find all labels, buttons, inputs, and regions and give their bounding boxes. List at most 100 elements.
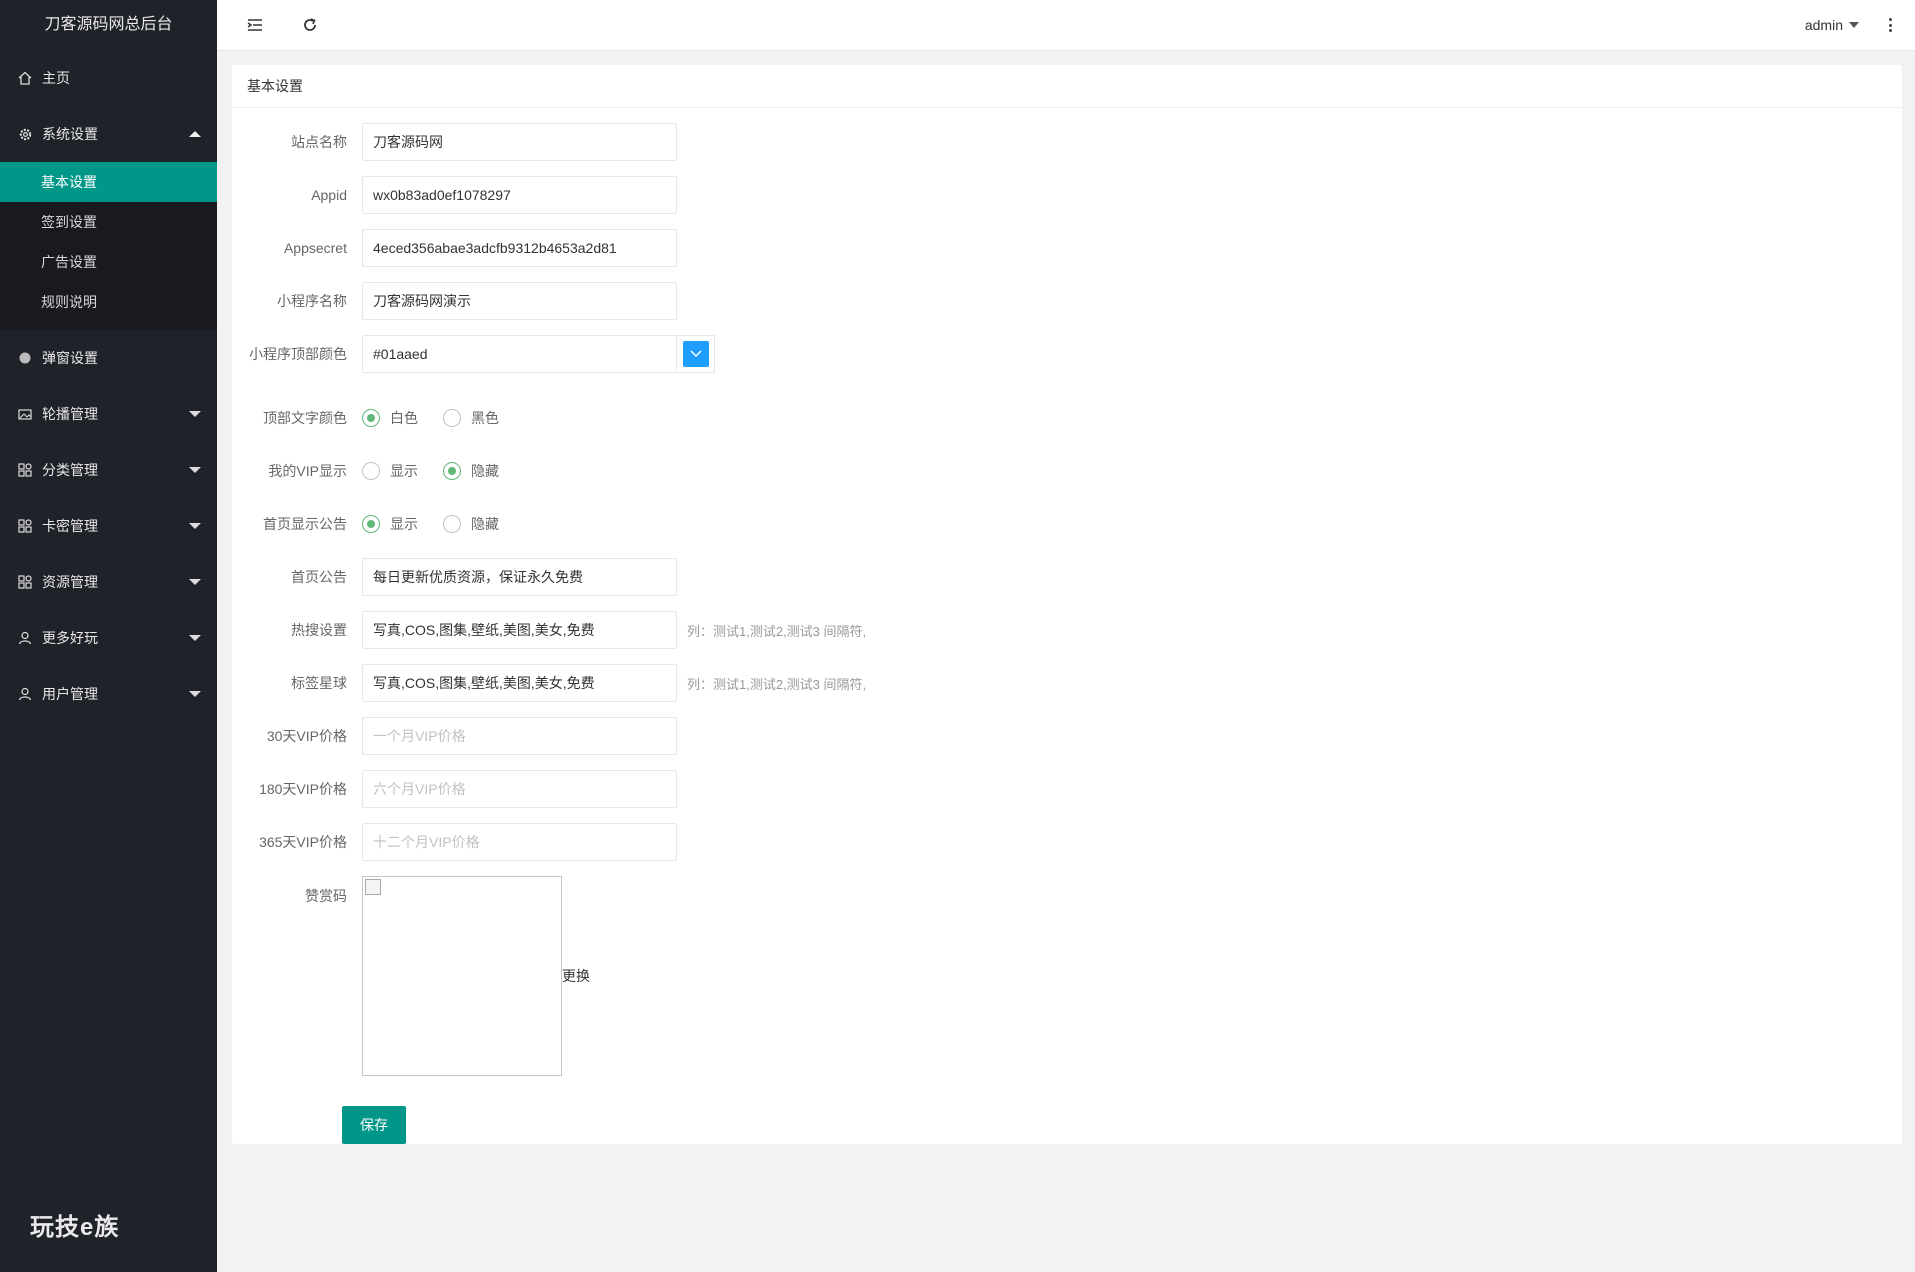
top-color-input[interactable] [362, 335, 677, 373]
user-menu[interactable]: admin [1805, 17, 1859, 33]
form-label: 我的VIP显示 [268, 463, 347, 479]
radio-vip-show[interactable]: 显示 [362, 461, 418, 481]
radio-white[interactable]: 白色 [362, 408, 418, 428]
user-icon [16, 685, 34, 703]
form-row-notice-show: 首页显示公告 显示 隐藏 [232, 505, 524, 543]
sidebar-item-label: 用户管理 [42, 686, 98, 702]
radio-checked-icon [362, 409, 380, 427]
chevron-down-icon [189, 635, 201, 641]
sidebar-item-card-key[interactable]: 卡密管理 [0, 498, 217, 554]
form-label: 顶部文字颜色 [263, 410, 347, 426]
color-picker-button[interactable] [677, 335, 715, 373]
radio-label: 隐藏 [471, 463, 499, 479]
sidebar-logo: 刀客源码网总后台 [44, 16, 173, 33]
sidebar-item-system-settings[interactable]: 系统设置 [0, 106, 217, 162]
form-label: 首页显示公告 [263, 516, 347, 532]
form-row-vip30: 30天VIP价格 [232, 717, 677, 755]
form-row-text-color: 顶部文字颜色 白色 黑色 [232, 399, 524, 437]
radio-label: 隐藏 [471, 516, 499, 532]
replace-image-link[interactable]: 更换 [562, 966, 590, 986]
form-label: 30天VIP价格 [266, 728, 347, 744]
form-row-reward: 赞赏码 更换 [232, 876, 590, 1076]
radio-unchecked-icon [362, 462, 380, 480]
appsecret-input[interactable] [362, 229, 677, 267]
basic-settings-card: 基本设置 站点名称 Appid Appsecret 小程序名称 小程序顶部颜色 … [232, 65, 1902, 1144]
form-label: 赞赏码 [305, 888, 347, 904]
more-vertical-icon[interactable] [1889, 15, 1895, 35]
chevron-down-icon [189, 523, 201, 529]
menu-toggle-icon[interactable] [245, 15, 265, 35]
app-grid-icon [16, 573, 34, 591]
sidebar-item-label: 轮播管理 [42, 406, 98, 422]
sidebar-item-users[interactable]: 用户管理 [0, 666, 217, 722]
home-icon [16, 69, 34, 87]
sidebar-subitem-basic[interactable]: 基本设置 [0, 162, 217, 202]
sidebar-subitem-ads[interactable]: 广告设置 [0, 242, 217, 282]
form-label: 热搜设置 [291, 622, 347, 638]
card-title: 基本设置 [232, 65, 1902, 108]
form-row-site-name: 站点名称 [232, 123, 677, 161]
sidebar-item-popup[interactable]: 弹窗设置 [0, 330, 217, 386]
app-grid-icon [16, 461, 34, 479]
sidebar-item-label: 卡密管理 [42, 518, 98, 534]
notice-input[interactable] [362, 558, 677, 596]
sidebar-subitem-checkin[interactable]: 签到设置 [0, 202, 217, 242]
save-button[interactable]: 保存 [342, 1106, 406, 1144]
radio-label: 黑色 [471, 410, 499, 426]
form-label: 365天VIP价格 [259, 834, 347, 850]
sidebar-subitem-rules[interactable]: 规则说明 [0, 282, 217, 322]
form-hint: 列：测试1,测试2,测试3 间隔符, [687, 676, 867, 692]
form-label: 180天VIP价格 [259, 781, 347, 797]
broken-image-icon [365, 879, 381, 895]
form-row-appid: Appid [232, 176, 677, 214]
sidebar-item-resources[interactable]: 资源管理 [0, 554, 217, 610]
reward-qr-image [362, 876, 562, 1076]
form-hint: 列：测试1,测试2,测试3 间隔符, [687, 623, 867, 639]
mini-program-name-input[interactable] [362, 282, 677, 320]
hot-search-input[interactable] [362, 611, 677, 649]
sidebar: 刀客源码网总后台 主页 系统设置 基本设置 签到设置 广告设置 规则说明 弹窗设… [0, 0, 217, 1272]
sidebar-item-label: 资源管理 [42, 574, 98, 590]
tags-input[interactable] [362, 664, 677, 702]
sidebar-submenu: 基本设置 签到设置 广告设置 规则说明 [0, 162, 217, 330]
user-icon [16, 629, 34, 647]
form-row-vip365: 365天VIP价格 [232, 823, 677, 861]
sidebar-item-label: 系统设置 [42, 126, 98, 142]
chevron-down-icon [189, 691, 201, 697]
vip180-price-input[interactable] [362, 770, 677, 808]
radio-notice-hide[interactable]: 隐藏 [443, 514, 499, 534]
chevron-up-icon [189, 131, 201, 137]
form-row-tags: 标签星球 列：测试1,测试2,测试3 间隔符, [232, 664, 866, 702]
form-label: 标签星球 [291, 675, 347, 691]
vip365-price-input[interactable] [362, 823, 677, 861]
radio-vip-hide[interactable]: 隐藏 [443, 461, 499, 481]
sidebar-item-home[interactable]: 主页 [0, 50, 217, 106]
radio-unchecked-icon [443, 409, 461, 427]
chevron-down-icon [689, 350, 702, 358]
image-icon [16, 405, 34, 423]
sidebar-item-label: 主页 [42, 70, 70, 86]
sidebar-item-label: 弹窗设置 [42, 350, 98, 366]
appid-input[interactable] [362, 176, 677, 214]
sidebar-item-carousel[interactable]: 轮播管理 [0, 386, 217, 442]
radio-label: 显示 [390, 516, 418, 532]
circle-icon [16, 349, 34, 367]
brand-logo: 玩技e族 [30, 1214, 120, 1241]
site-name-input[interactable] [362, 123, 677, 161]
form-label: 小程序顶部颜色 [249, 346, 347, 362]
form-row-mini-name: 小程序名称 [232, 282, 677, 320]
vip30-price-input[interactable] [362, 717, 677, 755]
radio-notice-show[interactable]: 显示 [362, 514, 418, 534]
sidebar-item-more-fun[interactable]: 更多好玩 [0, 610, 217, 666]
form-label: Appid [311, 187, 347, 203]
chevron-down-icon [189, 467, 201, 473]
radio-black[interactable]: 黑色 [443, 408, 499, 428]
form-row-hot-search: 热搜设置 列：测试1,测试2,测试3 间隔符, [232, 611, 866, 649]
radio-label: 显示 [390, 463, 418, 479]
form-row-notice: 首页公告 [232, 558, 677, 596]
form-row-vip180: 180天VIP价格 [232, 770, 677, 808]
chevron-down-icon [189, 579, 201, 585]
refresh-icon[interactable] [300, 15, 320, 35]
sidebar-item-category[interactable]: 分类管理 [0, 442, 217, 498]
radio-checked-icon [443, 462, 461, 480]
